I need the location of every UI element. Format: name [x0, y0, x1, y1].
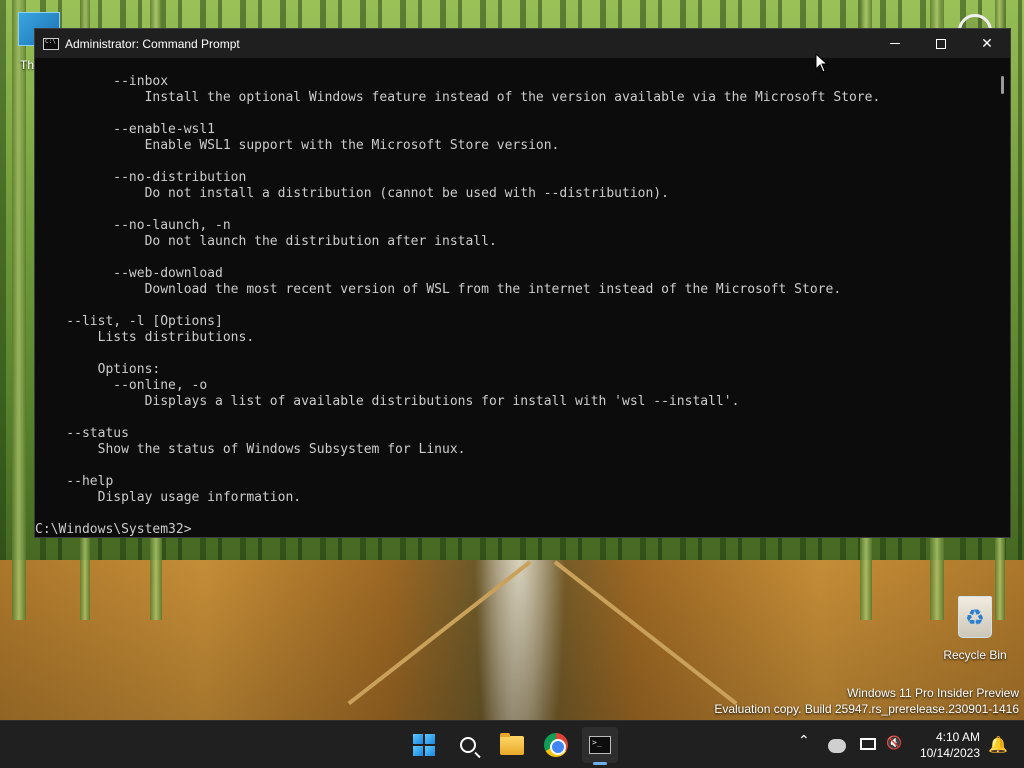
recycle-bin-label: Recycle Bin	[943, 648, 1007, 662]
console-line: Options:	[35, 362, 161, 377]
clock-time: 4:10 AM	[935, 730, 980, 744]
close-button[interactable]: ✕	[964, 29, 1010, 58]
minimize-icon	[890, 43, 900, 44]
close-icon: ✕	[981, 35, 993, 52]
chrome-icon	[544, 733, 568, 757]
console-line: Lists distributions.	[35, 330, 255, 345]
console-line: --no-distribution	[35, 170, 247, 185]
console-scrollbar[interactable]	[996, 58, 1010, 537]
console-line: --list, -l [Options]	[35, 314, 223, 329]
terminal-icon	[589, 736, 611, 754]
console-line: Show the status of Windows Subsystem for…	[35, 442, 466, 457]
search-icon	[460, 737, 476, 753]
search-button[interactable]	[450, 727, 486, 763]
network-icon[interactable]	[860, 738, 876, 750]
evaluation-watermark: Windows 11 Pro Insider Preview Evaluatio…	[714, 685, 1019, 717]
bamboo-stalk	[12, 0, 26, 620]
clock-date: 10/14/2023	[919, 746, 980, 760]
console-line: Enable WSL1 support with the Microsoft S…	[35, 138, 560, 153]
window-title: Administrator: Command Prompt	[65, 36, 240, 51]
console-line: --no-launch, -n	[35, 218, 231, 233]
minimize-button[interactable]	[872, 29, 918, 58]
onedrive-icon[interactable]	[828, 739, 846, 753]
file-explorer-button[interactable]	[494, 727, 530, 763]
start-button[interactable]	[406, 727, 442, 763]
folder-icon	[500, 732, 524, 755]
mouse-pointer-icon	[815, 53, 829, 73]
show-hidden-icons-chevron-icon[interactable]: ⌃	[798, 733, 810, 749]
console-line: Do not launch the distribution after ins…	[35, 234, 497, 249]
recycle-bin-icon	[958, 596, 992, 638]
console-line: Download the most recent version of WSL …	[35, 282, 842, 297]
chrome-button[interactable]	[538, 727, 574, 763]
watermark-build: Evaluation copy. Build 25947.rs_prerelea…	[714, 702, 1019, 716]
console-line: Do not install a distribution (cannot be…	[35, 186, 669, 201]
command-prompt-taskbar-button[interactable]	[582, 727, 618, 765]
watermark-edition: Windows 11 Pro Insider Preview	[847, 686, 1019, 700]
maximize-button[interactable]	[918, 29, 964, 58]
console-line: --help	[35, 474, 114, 489]
taskbar-clock[interactable]: 4:10 AM 10/14/2023	[920, 729, 980, 761]
console-line: --online, -o	[35, 378, 208, 393]
console-output[interactable]: --inbox Install the optional Windows fea…	[35, 58, 996, 537]
console-line: --inbox	[35, 74, 169, 89]
command-prompt-window[interactable]: Administrator: Command Prompt ✕ --inbox …	[34, 28, 1011, 538]
cmd-app-icon[interactable]	[43, 37, 59, 50]
taskbar: ⌃ 🔇 4:10 AM 10/14/2023 🔔	[0, 720, 1024, 768]
console-line: Display usage information.	[35, 490, 302, 505]
notification-bell-icon[interactable]: 🔔	[988, 735, 1008, 754]
desktop-shortcut-label: Th	[20, 58, 35, 72]
console-line: Install the optional Windows feature ins…	[35, 90, 881, 105]
window-titlebar[interactable]: Administrator: Command Prompt ✕	[35, 29, 1010, 58]
console-line: Displays a list of available distributio…	[35, 394, 740, 409]
console-line: --status	[35, 426, 129, 441]
console-line: --web-download	[35, 266, 223, 281]
volume-muted-icon[interactable]: 🔇	[886, 736, 902, 751]
console-line: --enable-wsl1	[35, 122, 216, 137]
windows-logo-icon	[413, 734, 435, 756]
command-prompt-line[interactable]: C:\Windows\System32>	[35, 522, 996, 537]
scrollbar-thumb[interactable]	[1001, 76, 1004, 94]
maximize-icon	[936, 38, 946, 49]
recycle-bin[interactable]: Recycle Bin	[940, 596, 1010, 662]
